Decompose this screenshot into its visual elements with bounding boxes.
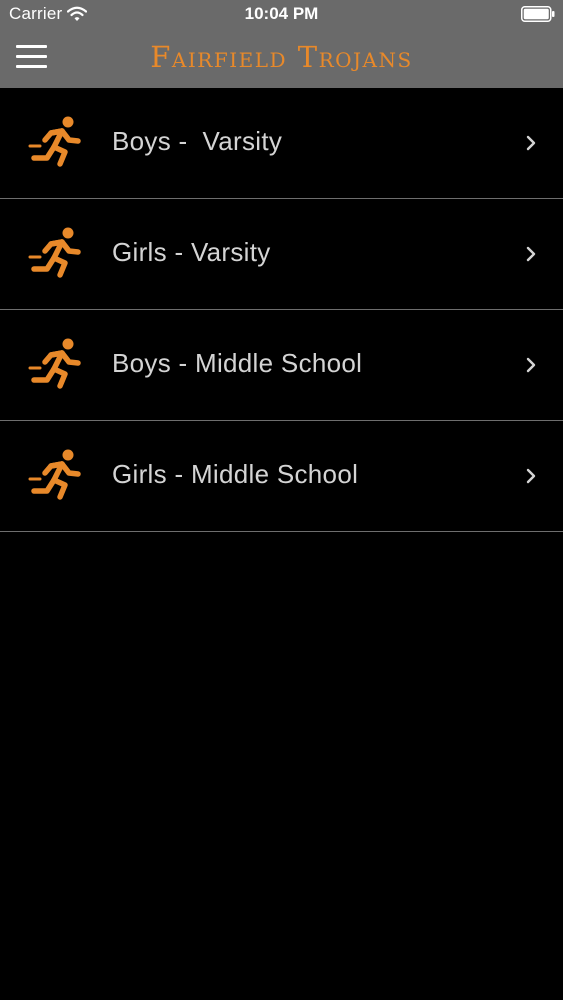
status-bar: Carrier 10:04 PM [0,0,563,28]
nav-bar: Fairfield Trojans [0,28,563,88]
item-label: Boys - Varsity [112,126,283,156]
list-item-girls-varsity[interactable]: Girls - Varsity [0,199,563,310]
chevron-right-icon [526,135,536,151]
runner-icon [28,227,81,278]
list-item-boys-varsity[interactable]: Boys - Varsity [0,88,563,199]
team-list: Boys - Varsity Girls - Varsity Boys - Mi… [0,88,563,532]
chevron-right-icon [526,357,536,373]
battery-icon [521,6,555,22]
app-title: Fairfield Trojans [150,40,413,74]
chevron-right-icon [526,468,536,484]
runner-icon [28,338,81,389]
runner-icon [28,116,81,167]
item-label: Girls - Varsity [112,237,271,267]
runner-icon [28,449,81,500]
chevron-right-icon [526,246,536,262]
item-label: Girls - Middle School [112,459,359,489]
list-item-boys-middle-school[interactable]: Boys - Middle School [0,310,563,421]
status-time: 10:04 PM [244,4,319,23]
list-item-girls-middle-school[interactable]: Girls - Middle School [0,421,563,532]
item-label: Boys - Middle School [112,348,363,378]
